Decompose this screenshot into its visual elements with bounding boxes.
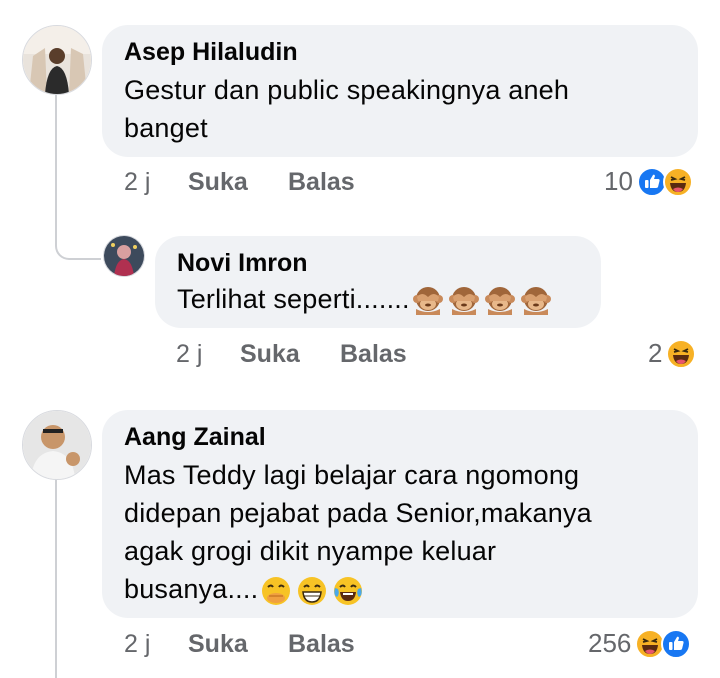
comment-text-line: Terlihat seperti....... (177, 284, 410, 314)
avatar-aang-zainal[interactable] (22, 410, 92, 480)
comment-bubble: Aang Zainal Mas Teddy lagi belajar cara … (102, 410, 698, 618)
like-button[interactable]: Suka (240, 340, 340, 369)
laughing-covering-mouth-icon (262, 576, 291, 605)
tears-of-joy-icon (334, 576, 363, 605)
see-no-evil-monkey-icon (448, 286, 479, 315)
thread-line (55, 478, 57, 678)
avatar-asep-hilaludin[interactable] (22, 25, 92, 95)
like-button[interactable]: Suka (188, 168, 288, 197)
comment-time[interactable]: 2 j (124, 630, 188, 659)
comment-text-line: Gestur dan public speakingnya aneh (124, 75, 570, 105)
grinning-face-icon (298, 576, 327, 605)
reply-button[interactable]: Balas (288, 630, 355, 659)
see-no-evil-monkey-icon (520, 286, 551, 315)
reply-button[interactable]: Balas (340, 340, 407, 369)
thread-line (55, 92, 57, 242)
comment-text-line: agak grogi dikit nyampe keluar (124, 536, 497, 566)
comment-time[interactable]: 2 j (124, 168, 188, 197)
comment-text-line: didepan pejabat pada Senior,makanya (124, 498, 592, 528)
comment-text: Terlihat seperti....... (177, 280, 579, 318)
see-no-evil-monkey-icon (412, 286, 443, 315)
haha-reaction-icon (662, 166, 693, 197)
comment-text: Mas Teddy lagi belajar cara ngomong dide… (124, 456, 676, 608)
comment-bubble: Asep Hilaludin Gestur dan public speakin… (102, 25, 698, 157)
comment-text-line: banget (124, 113, 208, 143)
comment-author[interactable]: Asep Hilaludin (124, 37, 676, 67)
like-button[interactable]: Suka (188, 630, 288, 659)
comment-actions: 2 j Suka Balas (124, 630, 355, 659)
reply-button[interactable]: Balas (288, 168, 355, 197)
like-reaction-icon (661, 628, 692, 659)
reply-bubble: Novi Imron Terlihat seperti....... (155, 236, 601, 328)
comment-text-line: Mas Teddy lagi belajar cara ngomong (124, 460, 580, 490)
comment-text-line: busanya.... (124, 574, 259, 604)
reaction-summary[interactable]: 10 (604, 166, 693, 197)
reaction-count: 2 (648, 338, 663, 368)
comment-text: Gestur dan public speakingnya aneh bange… (124, 71, 676, 147)
reply-actions: 2 j Suka Balas (176, 340, 407, 369)
reaction-count: 256 (588, 628, 632, 658)
haha-reaction-icon (666, 338, 697, 369)
see-no-evil-monkey-icon (484, 286, 515, 315)
comment-actions: 2 j Suka Balas (124, 168, 355, 197)
avatar-novi-imron[interactable] (103, 235, 145, 277)
reaction-summary[interactable]: 2 (648, 338, 697, 369)
comment-time[interactable]: 2 j (176, 340, 240, 369)
reply-connector (55, 224, 101, 260)
comment-author[interactable]: Novi Imron (177, 248, 579, 278)
reaction-count: 10 (604, 166, 633, 196)
reaction-summary[interactable]: 256 (588, 628, 692, 659)
comment-author[interactable]: Aang Zainal (124, 422, 676, 452)
